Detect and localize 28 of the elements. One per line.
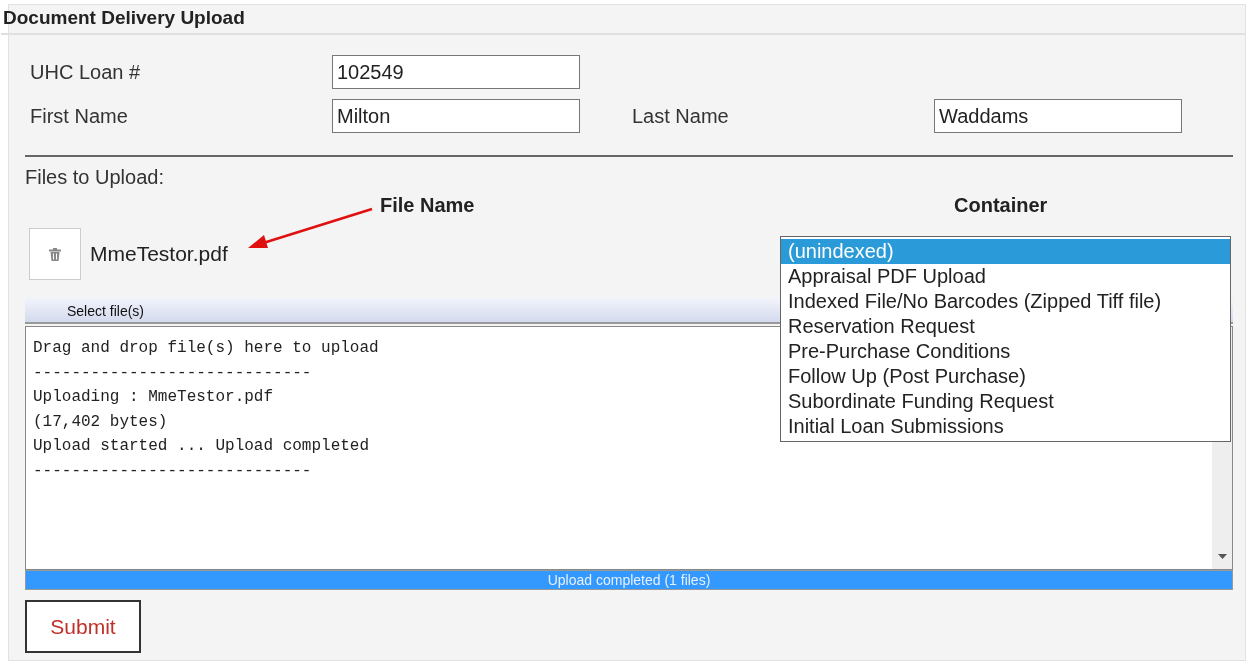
file-name: MmeTestor.pdf — [90, 242, 228, 266]
progress-text: Upload completed (1 files) — [546, 571, 712, 589]
log-line: Upload started ... Upload completed — [33, 437, 370, 457]
log-line: Uploading : MmeTestor.pdf — [33, 388, 274, 408]
log-line: Drag and drop file(s) here to upload — [33, 339, 379, 359]
list-option[interactable]: Follow Up (Post Purchase) — [781, 364, 1230, 389]
panel-title: Document Delivery Upload — [1, 5, 1245, 35]
scroll-down-icon — [1217, 554, 1227, 559]
column-header: File Name — [380, 194, 475, 217]
submit-button[interactable]: Submit — [25, 600, 141, 653]
field-label: UHC Loan # — [30, 60, 142, 84]
input-field[interactable]: 102549 — [332, 55, 580, 89]
list-option[interactable]: Initial Loan Submissions — [781, 414, 1230, 439]
input-field[interactable]: Waddams — [934, 99, 1182, 133]
log-line: (17,402 bytes) — [33, 412, 168, 433]
field-label: Last Name — [632, 104, 730, 128]
log-line: ----------------------------- — [33, 461, 312, 482]
column-header: Container — [954, 194, 1048, 217]
list-option[interactable]: Subordinate Funding Request — [781, 389, 1230, 414]
input-field[interactable]: Milton — [332, 99, 580, 133]
log-line: ----------------------------- — [33, 363, 312, 384]
container-dropdown[interactable]: (unindexed) Appraisal PDF Upload Indexed File/No Barcodes (Zipped Tiff file) Reservation Request Pre-Purchase Conditions Follow Up (Post Purchase) Subordinate Funding Request Initial Loan Submissions — [780, 236, 1231, 442]
trash-icon — [49, 247, 61, 261]
field-label: First Name — [30, 104, 129, 128]
list-option[interactable]: Pre-Purchase Conditions — [781, 339, 1230, 364]
delete-button[interactable] — [29, 228, 81, 280]
section-label: Files to Upload: — [25, 166, 165, 189]
list-option[interactable]: Appraisal PDF Upload — [781, 264, 1230, 289]
